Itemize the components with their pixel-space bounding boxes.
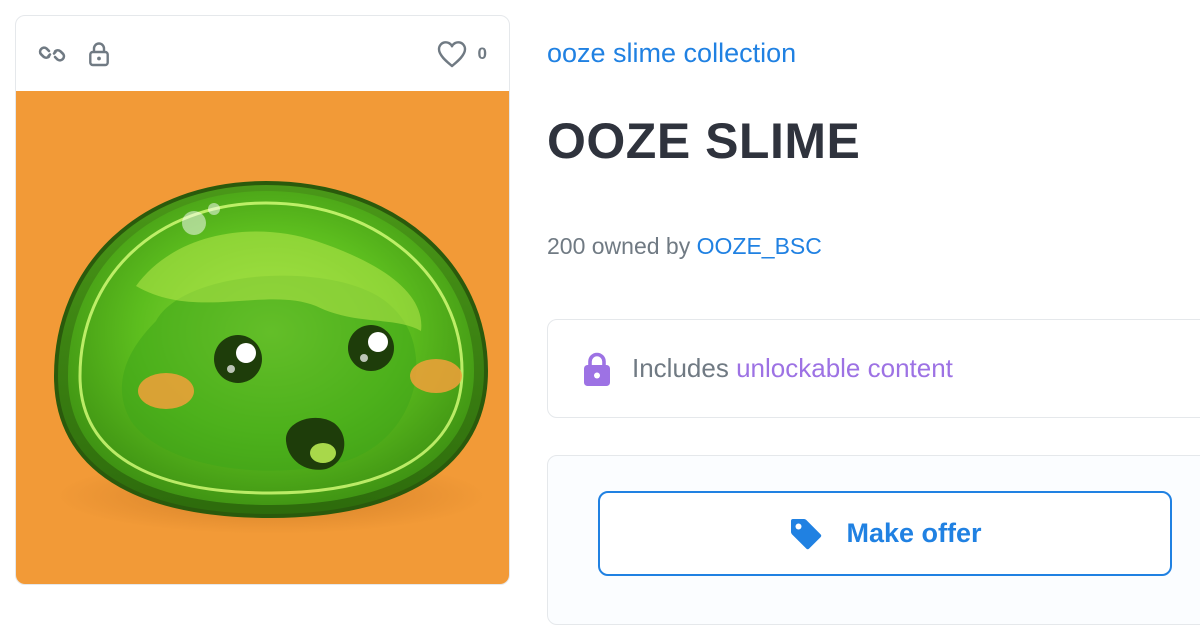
- card-header: 0: [16, 16, 509, 91]
- slime-illustration: [53, 180, 489, 534]
- nft-image[interactable]: [16, 91, 509, 584]
- item-title: OOZE SLIME: [547, 113, 861, 169]
- owner-link[interactable]: OOZE_BSC: [697, 233, 822, 259]
- price-tag-icon: [788, 516, 824, 552]
- unlockable-prefix: Includes: [632, 353, 729, 383]
- make-offer-label: Make offer: [846, 518, 982, 548]
- lock-icon[interactable]: [88, 41, 110, 67]
- make-offer-button[interactable]: Make offer: [598, 491, 1172, 576]
- chain-link-icon[interactable]: [38, 42, 66, 66]
- unlockable-content-box: Includes unlockable content: [547, 319, 1200, 418]
- collection-link[interactable]: ooze slime collection: [547, 38, 796, 69]
- nft-card: 0: [15, 15, 510, 585]
- padlock-icon: [582, 351, 612, 387]
- offer-panel: Make offer: [547, 455, 1200, 625]
- unlockable-text: Includes unlockable content: [632, 353, 953, 384]
- favorite-group: 0: [436, 40, 487, 68]
- card-header-left: [38, 41, 110, 67]
- unlockable-content-link[interactable]: unlockable content: [736, 353, 953, 383]
- heart-icon[interactable]: [436, 40, 468, 68]
- ownership-info: 200 owned by OOZE_BSC: [547, 233, 822, 260]
- favorite-count: 0: [477, 43, 487, 63]
- owned-count-text: 200 owned by: [547, 233, 691, 259]
